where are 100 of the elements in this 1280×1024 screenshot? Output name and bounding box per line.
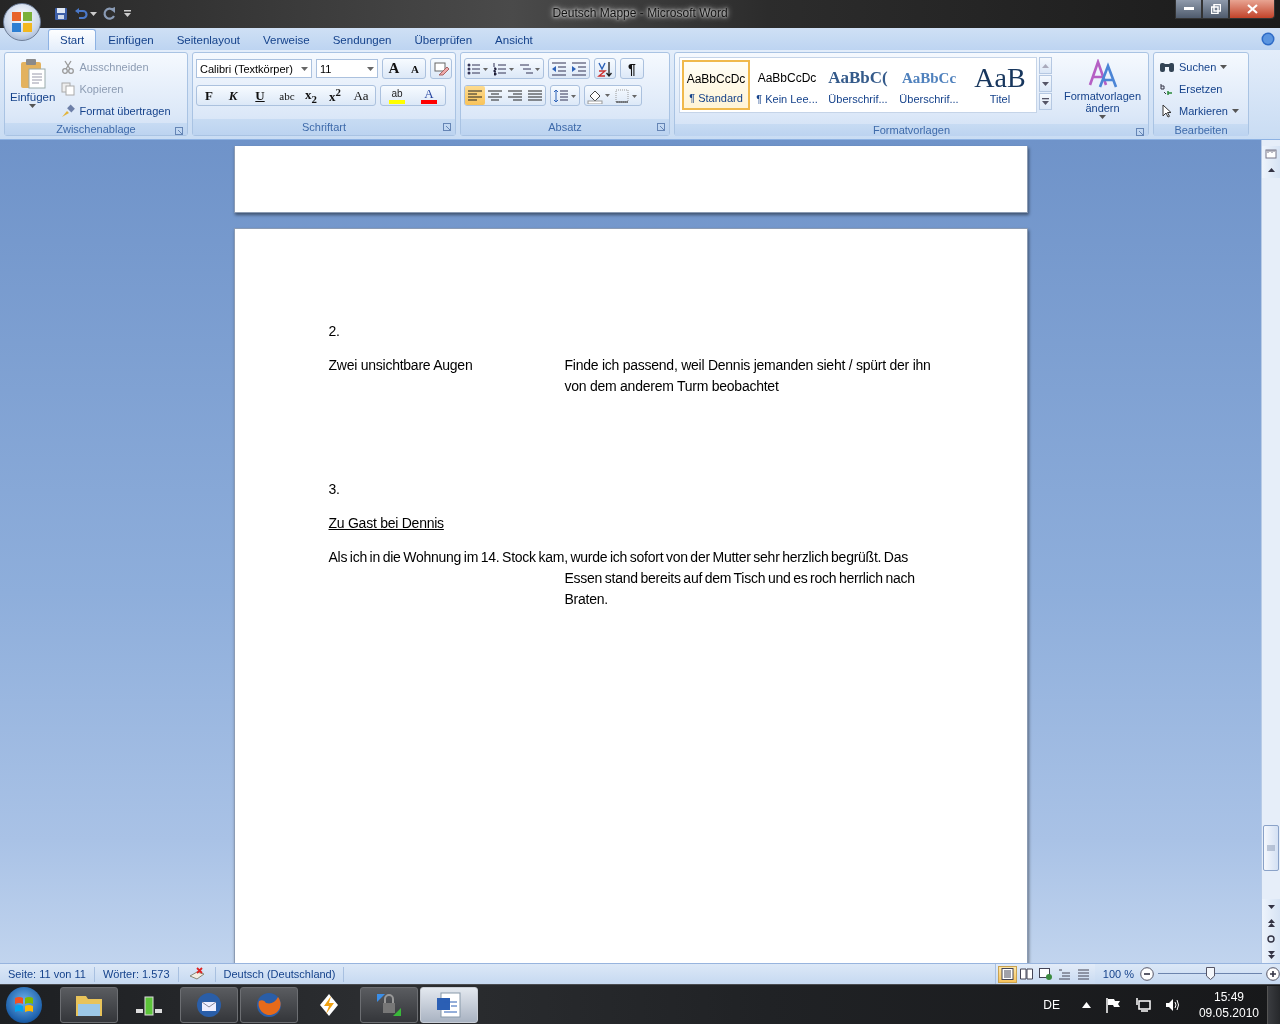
zoom-slider[interactable]: [1158, 967, 1262, 981]
close-button[interactable]: [1229, 0, 1275, 19]
minimize-icon: [1183, 7, 1194, 11]
ribbon-tab[interactable]: Sendungen: [321, 29, 403, 50]
editing-action[interactable]: Suchen: [1157, 57, 1245, 76]
ribbon-tab[interactable]: Start: [48, 29, 97, 50]
ruler-icon: [1265, 149, 1277, 159]
style-item[interactable]: AaBbCc Überschrif...: [895, 60, 963, 110]
scroll-up-button[interactable]: [1262, 162, 1280, 178]
section-title: Zu Gast bei Dennis: [328, 514, 445, 533]
word-count[interactable]: Wörter: 1.573: [94, 966, 179, 982]
change-styles-button[interactable]: Formatvorlagen ändern: [1060, 57, 1146, 121]
sort-icon: [597, 60, 613, 77]
view-icon: [1000, 968, 1014, 980]
minus-icon: [1140, 967, 1154, 981]
view-button[interactable]: [997, 965, 1017, 983]
zoom-slider-thumb[interactable]: [1206, 967, 1215, 980]
zoom-level[interactable]: 100 %: [1102, 968, 1134, 980]
ribbon-tab[interactable]: Ansicht: [484, 29, 544, 50]
start-button[interactable]: [6, 986, 42, 1023]
numbered-list-icon: [493, 61, 515, 76]
bullet-list-icon: [467, 61, 489, 76]
gallery-down-button[interactable]: [1039, 75, 1052, 92]
network-icon[interactable]: [1134, 996, 1151, 1013]
clipboard-action[interactable]: Format übertragen: [59, 101, 173, 120]
style-item[interactable]: AaB Titel: [966, 60, 1034, 110]
language-status[interactable]: Deutsch (Deutschland): [215, 966, 345, 982]
indent-icon: [571, 61, 587, 76]
taskbar-app[interactable]: [60, 986, 118, 1023]
restore-button[interactable]: [1202, 0, 1229, 19]
clear-formatting-button[interactable]: [431, 59, 451, 78]
align-button[interactable]: [465, 86, 485, 105]
gallery-more-button[interactable]: [1039, 93, 1052, 110]
copy-icon: [61, 81, 76, 96]
show-hidden-icons-icon[interactable]: [1081, 1001, 1091, 1008]
shrink-font-button[interactable]: A: [405, 59, 425, 78]
format-button[interactable]: x$^{2}$: [323, 86, 347, 105]
style-item[interactable]: AaBbCcDc ¶ Standard: [682, 60, 750, 110]
save-icon[interactable]: [54, 7, 68, 21]
scroll-down-button[interactable]: [1262, 899, 1280, 915]
zoom-in-button[interactable]: [1266, 967, 1280, 981]
scissors-icon: [61, 59, 76, 74]
format-button[interactable]: abc: [275, 86, 299, 105]
ribbon-tab[interactable]: Seitenlayout: [165, 29, 251, 50]
dialog-launcher-icon[interactable]: [657, 123, 665, 131]
clock-date[interactable]: 09.05.2010: [1198, 1004, 1259, 1021]
multilevel-list-icon: [519, 61, 541, 76]
comment-text: Finde ich passend, weil Dennis jemanden sieht / spürt der ihn von dem anderem Turm beobachtet: [564, 356, 932, 396]
customize-toolbar-icon[interactable]: [123, 10, 132, 18]
grow-font-button[interactable]: A: [383, 59, 405, 78]
help-icon[interactable]: [1261, 32, 1275, 46]
editing-action[interactable]: Markieren: [1157, 101, 1245, 120]
scrollbar-thumb[interactable]: [1263, 825, 1279, 871]
group-label: Absatz: [548, 121, 582, 133]
format-button[interactable]: U: [245, 86, 275, 105]
input-language[interactable]: DE: [1043, 997, 1060, 1012]
format-button[interactable]: F: [197, 86, 221, 105]
caret-icon[interactable]: [90, 11, 97, 17]
increase-indent-button[interactable]: [569, 59, 589, 78]
down-arrow-icon: [1267, 905, 1275, 909]
paste-button[interactable]: Einfügen: [8, 56, 58, 120]
ribbon-tab[interactable]: Einfügen: [97, 29, 165, 50]
dialog-launcher-icon[interactable]: [443, 123, 451, 131]
dialog-launcher-icon[interactable]: [175, 127, 183, 135]
font-color-button[interactable]: A: [413, 86, 445, 105]
logo-icon: [10, 10, 34, 34]
minimize-button[interactable]: [1175, 0, 1202, 19]
group-label: Zwischenablage: [56, 123, 136, 135]
show-marks-button[interactable]: ¶: [621, 59, 643, 78]
ruler-toggle-button[interactable]: [1262, 146, 1280, 162]
caret-icon: [1099, 115, 1106, 119]
decrease-indent-button[interactable]: [549, 59, 569, 78]
globe-icon: [254, 990, 284, 1019]
clock-time[interactable]: 15:49: [1213, 988, 1244, 1005]
redo-icon[interactable]: [103, 7, 117, 21]
proofing-icon[interactable]: [188, 967, 205, 981]
taskbar-app[interactable]: [180, 986, 238, 1023]
paragraph-text: Als ich in die Wohnung im 14. Stock kam, wurde ich sofort von der Mutter sehr herzlich begrüßt. Das Essen stand bereits auf dem Tisch und es roch herrlich nach Braten.: [328, 548, 916, 609]
font-size-field[interactable]: 11: [316, 59, 378, 78]
term-text: Zwei unsichtbare Augen: [328, 356, 474, 375]
style-item[interactable]: AaBbCcDc ¶ Kein Lee...: [753, 60, 821, 110]
highlight-button[interactable]: ab: [381, 86, 413, 105]
paragraph-text: 2.: [328, 322, 341, 341]
circle-icon: [1267, 935, 1275, 943]
style-item[interactable]: AaBbC( Überschrif...: [824, 60, 892, 110]
flag-icon[interactable]: [1104, 996, 1121, 1013]
sort-button[interactable]: [595, 59, 615, 78]
format-button[interactable]: K: [221, 86, 245, 105]
font-name-field[interactable]: Calibri (Textkörper): [196, 59, 312, 78]
zoom-out-button[interactable]: [1140, 967, 1154, 981]
format-button[interactable]: x$_{2}$: [299, 86, 323, 105]
eraser-icon: [433, 60, 449, 77]
office-button[interactable]: [3, 3, 41, 41]
next-page-button[interactable]: [1262, 947, 1280, 963]
editing-action[interactable]: Ersetzen: [1157, 79, 1245, 98]
format-button[interactable]: Aa: [347, 86, 375, 105]
dialog-launcher-icon[interactable]: [1136, 128, 1144, 136]
page-count[interactable]: Seite: 11 von 11: [0, 966, 95, 982]
ribbon-tab[interactable]: Überprüfen: [403, 29, 484, 50]
ribbon-tab[interactable]: Verweise: [252, 29, 321, 50]
